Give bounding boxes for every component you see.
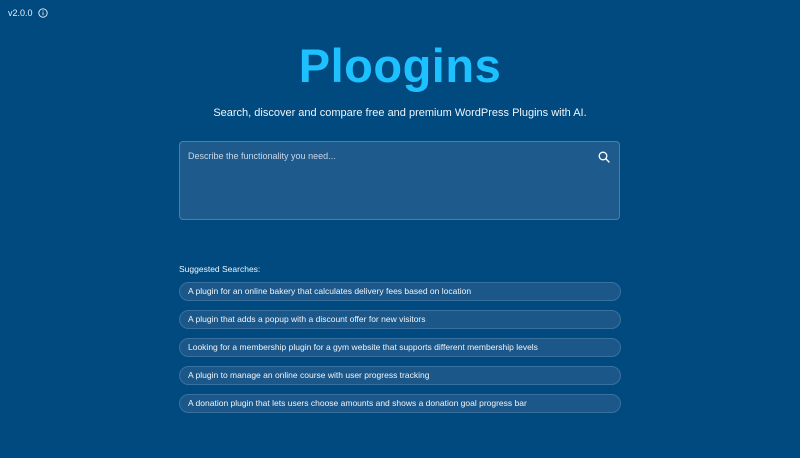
search-box — [179, 141, 620, 220]
suggestion-item[interactable]: A plugin to manage an online course with… — [179, 366, 621, 385]
page-subtitle: Search, discover and compare free and pr… — [213, 107, 587, 119]
suggestion-item[interactable]: A plugin for an online bakery that calcu… — [179, 282, 621, 301]
search-icon[interactable] — [598, 151, 610, 163]
search-input[interactable] — [180, 142, 619, 219]
suggested-searches-label: Suggested Searches: — [179, 264, 261, 274]
page-title: Ploogins — [298, 39, 502, 92]
version-label: v2.0.0 — [8, 8, 33, 18]
suggestion-item[interactable]: Looking for a membership plugin for a gy… — [179, 338, 621, 357]
suggested-searches-list: A plugin for an online bakery that calcu… — [179, 282, 621, 413]
info-icon[interactable] — [37, 8, 48, 18]
version-indicator: v2.0.0 — [8, 8, 48, 18]
suggestion-item[interactable]: A donation plugin that lets users choose… — [179, 394, 621, 413]
suggestion-item[interactable]: A plugin that adds a popup with a discou… — [179, 310, 621, 329]
